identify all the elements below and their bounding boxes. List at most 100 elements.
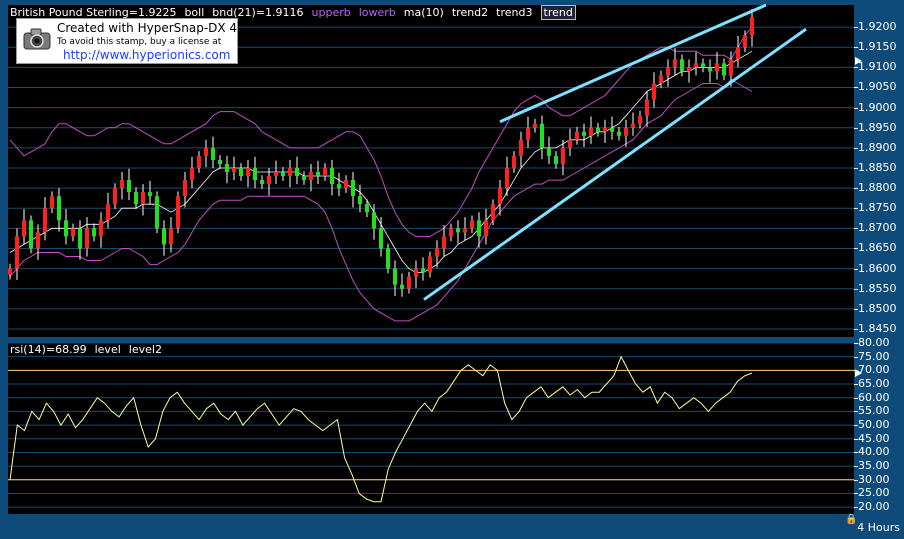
candle-up (428, 256, 432, 273)
candle-down (57, 196, 61, 221)
candle-up (407, 276, 411, 289)
candle-up (288, 167, 292, 177)
stamp-link[interactable]: http://www.hyperionics.com (63, 48, 230, 62)
candle-up (15, 236, 19, 269)
candle-down (218, 159, 222, 164)
candle-up (344, 180, 348, 189)
candle-down (617, 131, 621, 136)
candle-up (99, 220, 103, 237)
candle-up (659, 75, 663, 84)
candle-up (22, 220, 26, 237)
candle-down (386, 248, 390, 269)
candle-up (183, 180, 187, 197)
candle-down (701, 63, 705, 68)
lowerb-label[interactable]: lowerb (359, 6, 396, 19)
candle-down (302, 176, 306, 181)
candle-up (568, 139, 572, 148)
candle-up (85, 228, 89, 249)
level2-label[interactable]: level2 (129, 343, 162, 356)
trend-label[interactable]: trend (540, 5, 576, 20)
candle-up (246, 167, 250, 177)
candle-up (694, 63, 698, 68)
candle-down (134, 192, 138, 205)
candle-up (190, 167, 194, 181)
candle-up (141, 192, 145, 205)
candle-down (372, 212, 376, 229)
candle-up (589, 127, 593, 136)
candle-down (29, 220, 33, 249)
trend-upper-line (499, 3, 767, 124)
lower-band-line (9, 78, 753, 322)
candle-up (631, 123, 635, 128)
candle-up (750, 17, 754, 36)
watermark-stamp: Created with HyperSnap-DX 4 To avoid thi… (16, 18, 238, 64)
candle-down (680, 59, 684, 72)
lock-icon[interactable]: 🔒 (845, 514, 857, 525)
candle-down (610, 127, 614, 132)
candle-down (211, 147, 215, 160)
ma-label[interactable]: ma(10) (404, 6, 444, 19)
trend2-label[interactable]: trend2 (452, 6, 488, 19)
candle-down (582, 131, 586, 136)
candle-down (337, 184, 341, 189)
candle-up (484, 220, 488, 237)
camera-icon (23, 28, 51, 50)
candle-up (498, 188, 502, 205)
candle-up (442, 236, 446, 249)
candle-up (43, 208, 47, 233)
candle-down (351, 180, 355, 197)
candle-up (309, 172, 313, 181)
chart-canvas (8, 3, 862, 508)
candle-down (316, 172, 320, 177)
stamp-line1: Created with HyperSnap-DX 4 (57, 21, 238, 35)
upperb-label[interactable]: upperb (312, 6, 351, 19)
trend3-label[interactable]: trend3 (496, 6, 532, 19)
rsi-last-marker (855, 369, 862, 378)
candle-up (673, 59, 677, 68)
status-bar: 🔒 4 Hours (0, 514, 904, 539)
level-label[interactable]: level (95, 343, 121, 356)
candle-up (463, 228, 467, 233)
candle-up (729, 59, 733, 76)
candle-up (715, 63, 719, 72)
candle-down (239, 167, 243, 177)
candle-down (64, 220, 68, 237)
candle-up (519, 139, 523, 156)
candle-down (260, 180, 264, 185)
candle-down (596, 127, 600, 132)
candle-up (666, 67, 670, 76)
candle-up (512, 155, 516, 168)
candle-up (169, 228, 173, 245)
candle-down (400, 284, 404, 289)
candle-up (491, 204, 495, 221)
candle-up (323, 167, 327, 177)
candle-down (708, 67, 712, 72)
candle-up (113, 188, 117, 205)
price-last-marker (855, 56, 862, 65)
candle-up (449, 228, 453, 237)
candle-up (526, 127, 530, 140)
candle-up (204, 147, 208, 156)
candle-down (92, 228, 96, 237)
candle-up (743, 35, 747, 48)
candle-up (414, 268, 418, 277)
rsi-label[interactable]: rsi(14)=68.99 (10, 343, 87, 356)
candle-down (253, 167, 257, 181)
candle-down (393, 268, 397, 285)
candle-up (645, 99, 649, 116)
candle-down (722, 63, 726, 76)
candle-down (225, 163, 229, 173)
candle-up (36, 232, 40, 249)
candle-down (148, 192, 152, 197)
chart-window: 1.9200 1.9150 1.9100 1.9050 1.9000 1.8950 1.89… (0, 0, 904, 539)
candle-down (379, 228, 383, 249)
stamp-line2: To avoid this stamp, buy a license at (57, 37, 222, 47)
candle-up (505, 167, 509, 189)
candle-down (330, 167, 334, 185)
timeframe-label[interactable]: 4 Hours (857, 521, 900, 534)
candle-up (106, 204, 110, 221)
candle-down (421, 268, 425, 273)
candle-down (365, 204, 369, 213)
candle-up (575, 131, 579, 140)
candle-up (120, 180, 124, 189)
